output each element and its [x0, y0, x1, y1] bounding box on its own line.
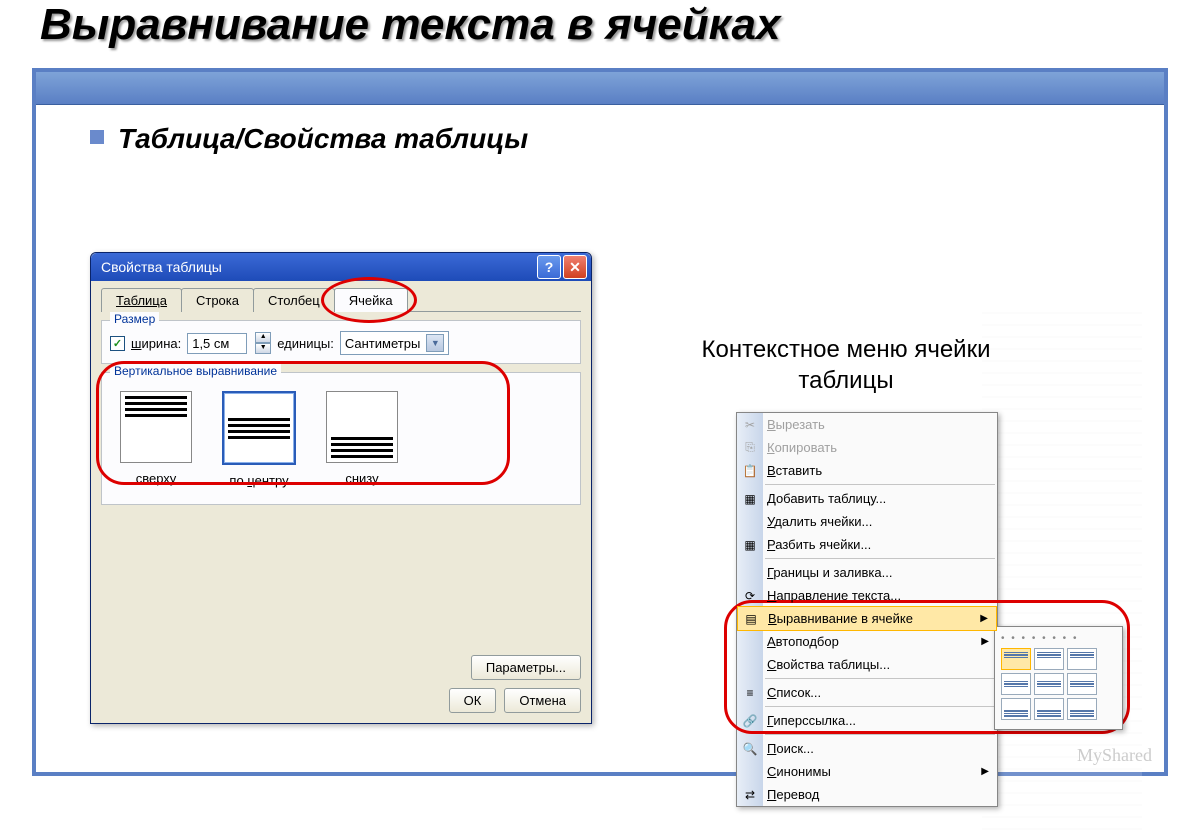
dialog-title: Свойства таблицы — [101, 259, 222, 275]
menu-icon: ⇄ — [741, 786, 759, 804]
tab-cell[interactable]: Ячейка — [334, 288, 408, 312]
subtitle: Таблица/Свойства таблицы — [90, 123, 1164, 155]
valign-center[interactable]: по центру — [222, 391, 296, 488]
tab-row[interactable]: Строка — [181, 288, 254, 312]
menu-icon: 🔍 — [741, 740, 759, 758]
width-label: ширина: — [131, 336, 181, 351]
align-bot-center[interactable] — [1034, 698, 1064, 720]
menu-icon: ▦ — [741, 490, 759, 508]
menu-item-label: Добавить таблицу... — [767, 491, 886, 506]
menu-icon: ≡ — [741, 684, 759, 702]
menu-item-label: Границы и заливка... — [767, 565, 892, 580]
menu-item[interactable]: ⟳ Направление текста... — [737, 584, 997, 607]
menu-item[interactable]: ⇄Перевод — [737, 783, 997, 806]
menu-item[interactable]: ▦ Добавить таблицу... — [737, 487, 997, 510]
units-label: единицы: — [277, 336, 334, 351]
menu-item-label: Направление текста... — [767, 588, 901, 603]
slide-topbar — [36, 72, 1164, 105]
align-mid-left[interactable] — [1001, 673, 1031, 695]
menu-item[interactable]: Автоподбор ▶ — [737, 630, 997, 653]
menu-item[interactable]: ▤ Выравнивание в ячейке ▶ — [737, 606, 997, 631]
menu-item-label: Список... — [767, 685, 821, 700]
units-select[interactable]: Сантиметры▼ — [340, 331, 449, 355]
context-menu: ✂ Вырезать ⎘ Копировать 📋 Вставить ▦ Добавить т… — [736, 412, 998, 807]
menu-item[interactable]: Свойства таблицы... — [737, 653, 997, 676]
parameters-button[interactable]: Параметры... — [471, 655, 581, 680]
align-mid-right[interactable] — [1067, 673, 1097, 695]
menu-item-label: Поиск... — [767, 741, 814, 756]
alignment-submenu: • • • • • • • • — [994, 626, 1123, 730]
ok-button[interactable]: ОК — [449, 688, 497, 713]
submenu-arrow-icon: ▶ — [981, 636, 989, 647]
align-bot-right[interactable] — [1067, 698, 1097, 720]
valign-bottom[interactable]: снизу — [326, 391, 398, 488]
menu-item[interactable]: 🔍 Поиск... — [737, 737, 997, 760]
menu-icon: ⟳ — [741, 587, 759, 605]
subtitle-text: Таблица/Свойства таблицы — [118, 123, 528, 154]
align-top-right[interactable] — [1067, 648, 1097, 670]
menu-item[interactable]: 🔗 Гиперссылка... — [737, 709, 997, 732]
menu-icon: ✂ — [741, 416, 759, 434]
valign-group: Вертикальное выравнивание сверху по цент… — [101, 372, 581, 505]
menu-item[interactable]: Удалить ячейки... — [737, 510, 997, 533]
menu-icon: 📋 — [741, 462, 759, 480]
menu-item-label: Удалить ячейки... — [767, 514, 872, 529]
alignment-grid — [1001, 648, 1116, 720]
align-top-left[interactable] — [1001, 648, 1031, 670]
close-button[interactable]: ✕ — [563, 255, 587, 279]
menu-item[interactable]: ▦ Разбить ячейки... — [737, 533, 997, 556]
menu-item[interactable]: 📋 Вставить — [737, 459, 997, 482]
menu-icon: ▦ — [741, 536, 759, 554]
submenu-arrow-icon: ▶ — [981, 766, 989, 777]
menu-item[interactable]: Границы и заливка... — [737, 561, 997, 584]
menu-item-label: Разбить ячейки... — [767, 537, 871, 552]
menu-icon: 🔗 — [741, 712, 759, 730]
menu-item-label: Синонимы — [767, 764, 831, 779]
valign-top[interactable]: сверху — [120, 391, 192, 488]
dialog-tabs: Таблица Строка Столбец Ячейка — [101, 287, 581, 312]
context-menu-caption: Контекстное меню ячейки таблицы — [696, 334, 996, 396]
width-checkbox[interactable]: ✓ — [110, 336, 125, 351]
cancel-button[interactable]: Отмена — [504, 688, 581, 713]
menu-item: ⎘ Копировать — [737, 436, 997, 459]
valign-group-title: Вертикальное выравнивание — [110, 364, 281, 378]
help-button[interactable]: ? — [537, 255, 561, 279]
size-group: Размер ✓ ширина: 1,5 см ▲▼ единицы: Сант… — [101, 320, 581, 364]
submenu-dots: • • • • • • • • — [1001, 633, 1116, 644]
menu-item-label: Копировать — [767, 440, 837, 455]
submenu-arrow-icon: ▶ — [980, 613, 988, 624]
menu-icon: ⎘ — [741, 439, 759, 457]
menu-item: ✂ Вырезать — [737, 413, 997, 436]
watermark: MyShared — [1077, 745, 1152, 766]
width-spinner[interactable]: ▲▼ — [255, 332, 271, 354]
width-input[interactable]: 1,5 см — [187, 333, 247, 354]
table-properties-dialog: Свойства таблицы ? ✕ Таблица Строка Стол… — [90, 252, 592, 724]
tab-column[interactable]: Столбец — [253, 288, 335, 312]
menu-item-label: Вырезать — [767, 417, 825, 432]
menu-item-label: Свойства таблицы... — [767, 657, 890, 672]
menu-item[interactable]: Синонимы ▶ — [737, 760, 997, 783]
menu-icon: ▤ — [742, 610, 760, 628]
menu-item-label: Автоподбор — [767, 634, 839, 649]
slide-frame: Таблица/Свойства таблицы Свойства таблиц… — [32, 68, 1168, 776]
align-bot-left[interactable] — [1001, 698, 1031, 720]
chevron-down-icon: ▼ — [426, 334, 444, 352]
menu-item-label: Гиперссылка... — [767, 713, 856, 728]
menu-item-label: Выравнивание в ячейке — [768, 611, 913, 626]
align-mid-center[interactable] — [1034, 673, 1064, 695]
slide-title: Выравнивание текста в ячейках — [0, 0, 1200, 50]
dialog-titlebar[interactable]: Свойства таблицы ? ✕ — [91, 253, 591, 281]
size-group-title: Размер — [110, 312, 159, 326]
bullet-icon — [90, 130, 104, 144]
menu-item[interactable]: ≡ Список... — [737, 681, 997, 704]
align-top-center[interactable] — [1034, 648, 1064, 670]
tab-table[interactable]: Таблица — [101, 288, 182, 312]
menu-item-label: Вставить — [767, 463, 822, 478]
